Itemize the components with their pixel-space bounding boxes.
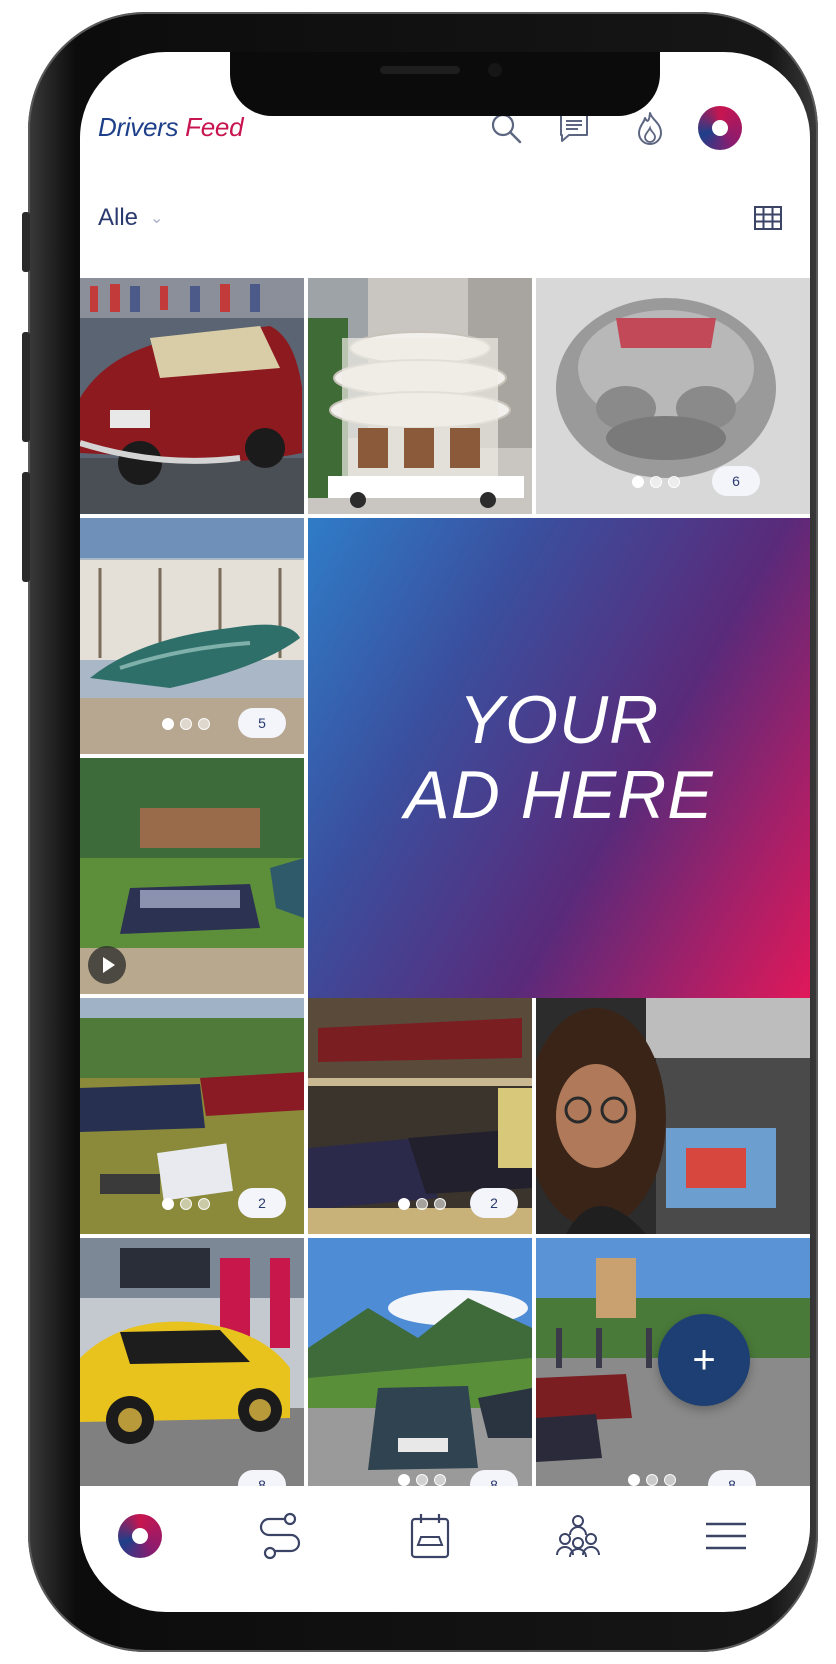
mute-switch — [22, 212, 30, 272]
app-title: Drivers Feed — [98, 112, 244, 143]
ad-line-2: AD HERE — [404, 757, 714, 833]
carousel-dots — [398, 1474, 446, 1486]
image-count-badge: 2 — [470, 1188, 518, 1218]
image-count-badge: 2 — [238, 1188, 286, 1218]
post-tile-red-classic-car[interactable] — [80, 278, 304, 514]
carousel-dots — [632, 476, 680, 488]
notch — [230, 52, 660, 116]
app-title-part1: Drivers — [98, 112, 179, 142]
ad-line-1: YOUR — [458, 682, 660, 759]
camera — [488, 63, 502, 77]
filter-selected: Alle — [98, 204, 139, 231]
round-building-image — [308, 278, 532, 514]
post-tile-round-building[interactable] — [308, 278, 532, 514]
nav-menu[interactable] — [696, 1508, 756, 1564]
app-title-part2: Feed — [185, 112, 244, 142]
post-tile-selfie[interactable] — [536, 998, 810, 1234]
route-icon — [259, 1512, 301, 1560]
image-count-badge: 8 — [708, 1470, 756, 1486]
post-tile-yellow-car[interactable]: 8 — [80, 1238, 304, 1486]
ad-banner[interactable]: YOUR AD HERE — [308, 518, 810, 998]
carousel-dots — [398, 1198, 446, 1210]
nav-routes[interactable] — [250, 1508, 310, 1564]
image-count-badge: 8 — [470, 1470, 518, 1486]
volume-up-button — [22, 332, 30, 442]
bottom-nav — [80, 1486, 810, 1586]
post-tile-silver-sculpture[interactable]: 6 — [536, 278, 810, 514]
yellow-car-image — [80, 1238, 304, 1486]
add-post-button[interactable]: + — [658, 1314, 750, 1406]
carousel-dots — [162, 1198, 210, 1210]
filter-dropdown[interactable]: Alle ⌄ — [98, 204, 163, 232]
red-classic-car-image — [80, 278, 304, 514]
community-icon — [556, 1515, 600, 1558]
post-tile-green-boat-car[interactable]: 5 — [80, 518, 304, 754]
ad-text: YOUR AD HERE — [404, 683, 713, 833]
post-tile-sports-car-grass[interactable] — [80, 758, 304, 994]
nav-events[interactable] — [400, 1508, 460, 1564]
image-count-badge: 8 — [238, 1470, 286, 1486]
carousel-dots — [162, 718, 210, 730]
play-video-icon[interactable] — [88, 946, 126, 984]
post-tile-car-meetup[interactable]: 2 — [80, 998, 304, 1234]
nav-community[interactable] — [548, 1508, 608, 1564]
mountain-car-image — [308, 1238, 532, 1486]
nav-home[interactable] — [110, 1508, 170, 1564]
fire-icon[interactable] — [628, 106, 672, 150]
image-count-badge: 5 — [238, 708, 286, 738]
selfie-image — [536, 998, 810, 1234]
speaker — [380, 66, 460, 74]
screen: Drivers Feed Alle ⌄ 6 5 YOUR AD HERE 2 2… — [80, 52, 810, 1612]
home-logo — [118, 1514, 162, 1558]
menu-icon — [706, 1522, 746, 1550]
profile-logo-mark — [698, 106, 742, 150]
image-count-badge: 6 — [712, 466, 760, 496]
volume-down-button — [22, 472, 30, 582]
calendar-car-icon — [410, 1514, 450, 1559]
post-tile-garage[interactable]: 2 — [308, 998, 532, 1234]
post-tile-mountain-car[interactable]: 8 — [308, 1238, 532, 1486]
carousel-dots — [628, 1474, 676, 1486]
chevron-down-icon: ⌄ — [150, 210, 164, 227]
grid-view-icon[interactable] — [752, 202, 788, 238]
profile-logo[interactable] — [698, 106, 742, 150]
